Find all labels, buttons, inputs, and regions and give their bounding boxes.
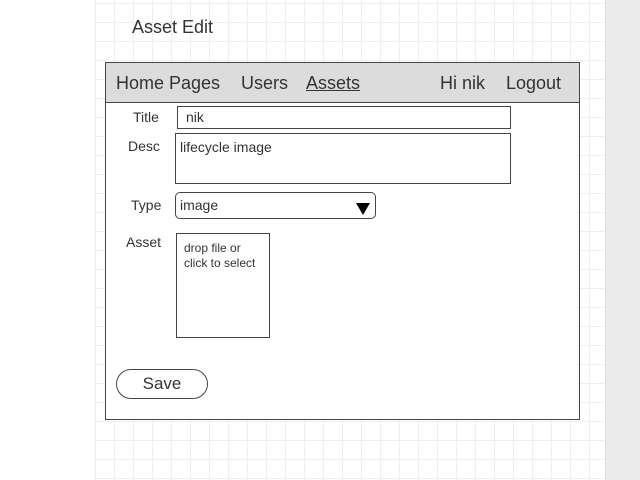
asset-label: Asset	[126, 234, 162, 250]
nav-bar: Home Pages Users Assets Hi nik Logout	[106, 63, 579, 103]
side-panel	[605, 0, 640, 480]
greeting: Hi nik	[440, 73, 486, 93]
nav-assets[interactable]: Assets	[306, 73, 360, 94]
nav-home-pages[interactable]: Home Pages	[116, 73, 220, 94]
save-button[interactable]: Save	[116, 369, 208, 399]
logout-link[interactable]: Logout	[506, 73, 561, 94]
dropdown-arrow-icon	[356, 203, 370, 215]
desc-textarea[interactable]: lifecycle image	[175, 133, 511, 184]
nav-users[interactable]: Users	[241, 73, 288, 94]
asset-dropzone[interactable]: drop file or click to select	[176, 233, 270, 338]
title-label: Title	[133, 109, 159, 125]
dropzone-text-1: drop file or	[184, 241, 241, 255]
type-selected-value: image	[180, 197, 219, 213]
page-title: Asset Edit	[132, 17, 214, 37]
dropzone-text-2: click to select	[184, 256, 256, 270]
type-label: Type	[131, 197, 162, 213]
title-input[interactable]: nik	[177, 106, 511, 129]
desc-label: Desc	[128, 138, 160, 154]
app-frame: Home Pages Users Assets Hi nik Logout Ti…	[105, 62, 580, 420]
type-select[interactable]: image	[175, 192, 376, 219]
